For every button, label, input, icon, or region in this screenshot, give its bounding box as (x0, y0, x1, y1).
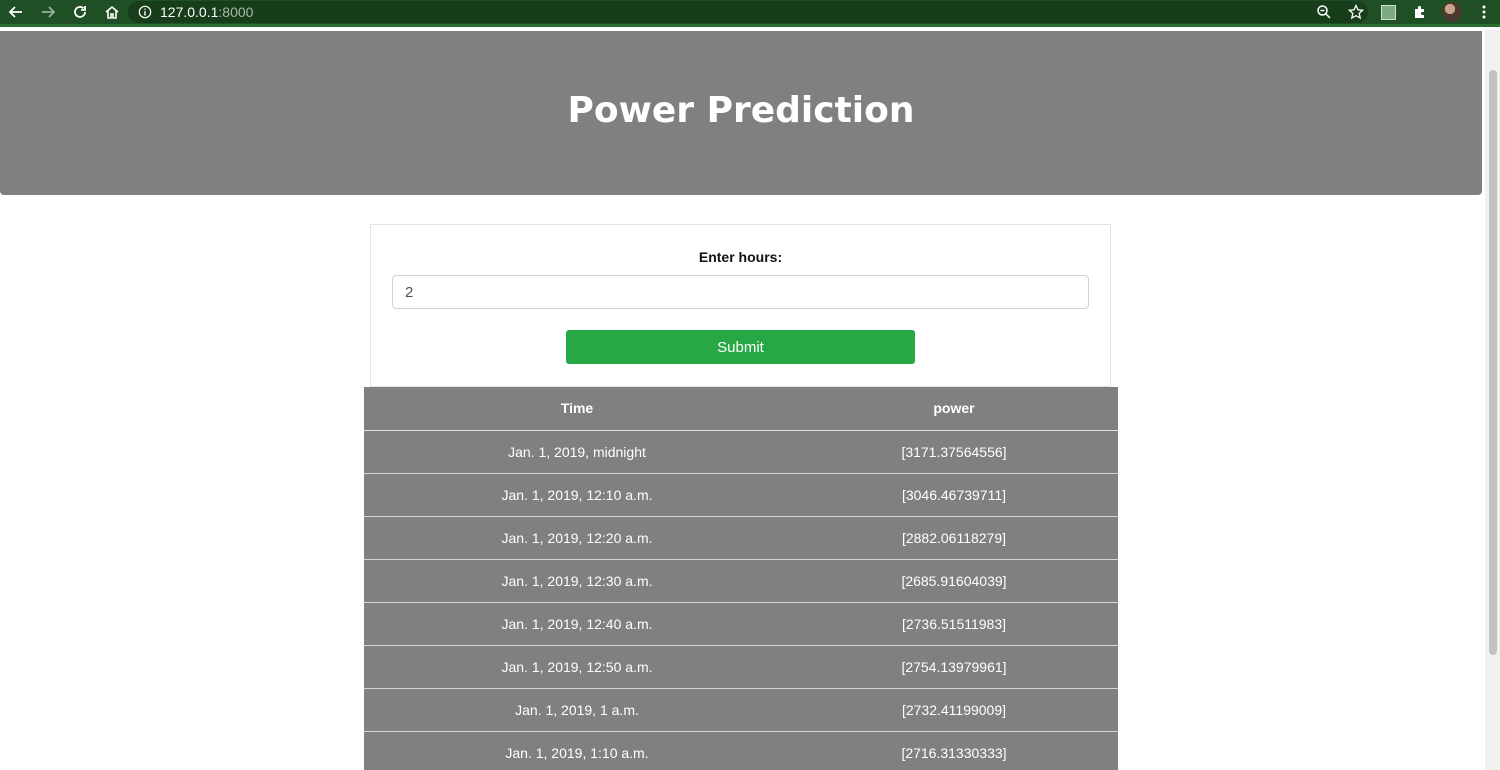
power-cell: [3046.46739711] (790, 472, 1118, 516)
column-header-time: Time (364, 387, 790, 431)
page-scrollbar[interactable] (1485, 30, 1500, 770)
scrollbar-thumb[interactable] (1489, 70, 1497, 655)
time-cell: Jan. 1, 2019, 12:10 a.m. (364, 472, 790, 516)
site-info-icon[interactable] (138, 5, 152, 19)
power-cell: [3171.37564556] (790, 429, 1118, 473)
reload-icon[interactable] (64, 0, 96, 24)
table-row: Jan. 1, 2019, 1 a.m. [2732.41199009] (364, 687, 1118, 731)
address-bar[interactable]: 127.0.0.1:8000 (128, 1, 1368, 23)
time-cell: Jan. 1, 2019, midnight (364, 429, 790, 473)
profile-avatar[interactable] (1436, 0, 1468, 24)
table-row: Jan. 1, 2019, 12:20 a.m. [2882.06118279] (364, 515, 1118, 559)
extensions-puzzle-icon[interactable] (1404, 0, 1436, 24)
hours-input[interactable] (392, 275, 1089, 309)
url-port: :8000 (218, 4, 254, 20)
table-row: Jan. 1, 2019, 1:10 a.m. [2716.31330333] (364, 730, 1118, 770)
menu-kebab-icon[interactable] (1468, 0, 1500, 24)
column-header-power: power (790, 387, 1118, 431)
table-row: Jan. 1, 2019, 12:50 a.m. [2754.13979961] (364, 644, 1118, 688)
zoom-icon[interactable] (1308, 0, 1340, 24)
time-cell: Jan. 1, 2019, 1 a.m. (364, 687, 790, 731)
time-cell: Jan. 1, 2019, 12:30 a.m. (364, 558, 790, 602)
table-row: Jan. 1, 2019, 12:30 a.m. [2685.91604039] (364, 558, 1118, 602)
power-cell: [2736.51511983] (790, 601, 1118, 645)
power-cell: [2754.13979961] (790, 644, 1118, 688)
power-cell: [2716.31330333] (790, 730, 1118, 770)
time-cell: Jan. 1, 2019, 12:50 a.m. (364, 644, 790, 688)
table-row: Jan. 1, 2019, 12:40 a.m. [2736.51511983] (364, 601, 1118, 645)
extension-app-icon[interactable] (1372, 0, 1404, 24)
prediction-table: Time power Jan. 1, 2019, midnight [3171.3… (364, 387, 1118, 770)
url-host: 127.0.0.1 (160, 4, 219, 20)
table-row: Jan. 1, 2019, midnight [3171.37564556] (364, 429, 1118, 473)
time-cell: Jan. 1, 2019, 12:40 a.m. (364, 601, 790, 645)
submit-button[interactable]: Submit (566, 330, 915, 364)
hours-label: Enter hours: (698, 249, 783, 265)
hours-form: Enter hours: Submit (370, 224, 1111, 387)
bookmark-star-icon[interactable] (1340, 0, 1372, 24)
page-header: Power Prediction (0, 31, 1482, 195)
power-cell: [2732.41199009] (790, 687, 1118, 731)
time-cell: Jan. 1, 2019, 12:20 a.m. (364, 515, 790, 559)
power-cell: [2685.91604039] (790, 558, 1118, 602)
page-title: Power Prediction (567, 90, 915, 131)
browser-toolbar: 127.0.0.1:8000 (0, 0, 1500, 27)
home-icon[interactable] (96, 0, 128, 24)
table-row: Jan. 1, 2019, 12:10 a.m. [3046.46739711] (364, 472, 1118, 516)
forward-icon[interactable] (32, 0, 64, 24)
table-header-row: Time power (364, 387, 1118, 431)
time-cell: Jan. 1, 2019, 1:10 a.m. (364, 730, 790, 770)
power-cell: [2882.06118279] (790, 515, 1118, 559)
back-icon[interactable] (0, 0, 32, 24)
